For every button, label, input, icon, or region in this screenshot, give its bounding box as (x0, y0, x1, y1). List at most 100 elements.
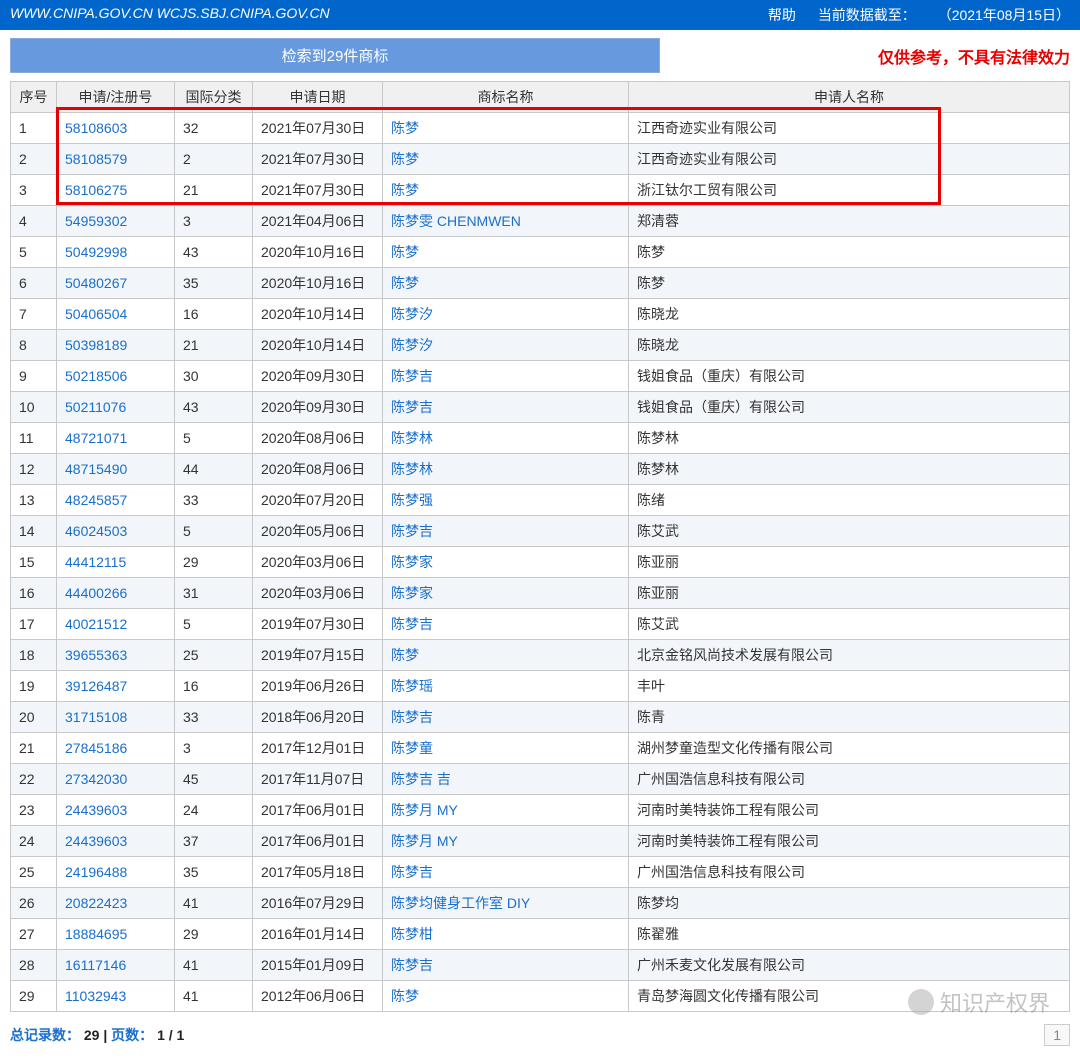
cell-applicant: 陈梦 (629, 237, 1070, 268)
table-row[interactable]: 2524196488352017年05月18日陈梦吉广州国浩信息科技有限公司 (11, 857, 1070, 888)
cell-tmname[interactable]: 陈梦雯 CHENMWEN (383, 206, 629, 237)
cell-tmname[interactable]: 陈梦 (383, 268, 629, 299)
table-row[interactable]: 550492998432020年10月16日陈梦陈梦 (11, 237, 1070, 268)
table-row[interactable]: 2718884695292016年01月14日陈梦柑陈翟雅 (11, 919, 1070, 950)
cell-reg[interactable]: 20822423 (57, 888, 175, 919)
table-row[interactable]: 1839655363252019年07月15日陈梦北京金铭风尚技术发展有限公司 (11, 640, 1070, 671)
cell-applicant: 丰叶 (629, 671, 1070, 702)
site-url: WWW.CNIPA.GOV.CN WCJS.SBJ.CNIPA.GOV.CN (10, 5, 330, 25)
table-row[interactable]: 358106275212021年07月30日陈梦浙江钛尔工贸有限公司 (11, 175, 1070, 206)
cell-tmname[interactable]: 陈梦 (383, 113, 629, 144)
cell-reg[interactable]: 48245857 (57, 485, 175, 516)
cell-tmname[interactable]: 陈梦吉 (383, 950, 629, 981)
cell-tmname[interactable]: 陈梦柑 (383, 919, 629, 950)
table-row[interactable]: 1248715490442020年08月06日陈梦林陈梦林 (11, 454, 1070, 485)
table-row[interactable]: 1644400266312020年03月06日陈梦家陈亚丽 (11, 578, 1070, 609)
cell-tmname[interactable]: 陈梦林 (383, 423, 629, 454)
cell-tmname[interactable]: 陈梦家 (383, 578, 629, 609)
table-row[interactable]: 750406504162020年10月14日陈梦汐陈晓龙 (11, 299, 1070, 330)
cell-tmname[interactable]: 陈梦 (383, 981, 629, 1012)
cell-reg[interactable]: 40021512 (57, 609, 175, 640)
table-row[interactable]: 2424439603372017年06月01日陈梦月 MY河南时美特装饰工程有限… (11, 826, 1070, 857)
cell-reg[interactable]: 27845186 (57, 733, 175, 764)
table-row[interactable]: 1544412115292020年03月06日陈梦家陈亚丽 (11, 547, 1070, 578)
cell-tmname[interactable]: 陈梦汐 (383, 330, 629, 361)
cell-reg[interactable]: 39126487 (57, 671, 175, 702)
cell-reg[interactable]: 54959302 (57, 206, 175, 237)
cell-reg[interactable]: 27342030 (57, 764, 175, 795)
table-row[interactable]: 174002151252019年07月30日陈梦吉陈艾武 (11, 609, 1070, 640)
col-seq: 序号 (11, 82, 57, 113)
cell-tmname[interactable]: 陈梦均健身工作室 DIY (383, 888, 629, 919)
table-row[interactable]: 2620822423412016年07月29日陈梦均健身工作室 DIY陈梦均 (11, 888, 1070, 919)
cell-reg[interactable]: 48721071 (57, 423, 175, 454)
cell-cls: 24 (175, 795, 253, 826)
table-row[interactable]: 2816117146412015年01月09日陈梦吉广州禾麦文化发展有限公司 (11, 950, 1070, 981)
cell-date: 2018年06月20日 (253, 702, 383, 733)
table-row[interactable]: 25810857922021年07月30日陈梦江西奇迹实业有限公司 (11, 144, 1070, 175)
table-row[interactable]: 850398189212020年10月14日陈梦汐陈晓龙 (11, 330, 1070, 361)
table-row[interactable]: 1348245857332020年07月20日陈梦强陈绪 (11, 485, 1070, 516)
cell-reg[interactable]: 48715490 (57, 454, 175, 485)
cell-reg[interactable]: 58106275 (57, 175, 175, 206)
cell-reg[interactable]: 24439603 (57, 795, 175, 826)
cell-reg[interactable]: 44400266 (57, 578, 175, 609)
cell-tmname[interactable]: 陈梦月 MY (383, 795, 629, 826)
cell-reg[interactable]: 50406504 (57, 299, 175, 330)
cell-tmname[interactable]: 陈梦 (383, 144, 629, 175)
cell-applicant: 陈亚丽 (629, 547, 1070, 578)
cell-reg[interactable]: 50218506 (57, 361, 175, 392)
cell-reg[interactable]: 11032943 (57, 981, 175, 1012)
cell-date: 2017年06月01日 (253, 795, 383, 826)
cell-tmname[interactable]: 陈梦 (383, 237, 629, 268)
cell-tmname[interactable]: 陈梦童 (383, 733, 629, 764)
cell-seq: 12 (11, 454, 57, 485)
cell-seq: 10 (11, 392, 57, 423)
cell-tmname[interactable]: 陈梦吉 (383, 361, 629, 392)
cell-reg[interactable]: 31715108 (57, 702, 175, 733)
page-number-box[interactable]: 1 (1044, 1024, 1070, 1046)
cell-tmname[interactable]: 陈梦吉 (383, 702, 629, 733)
cell-reg[interactable]: 50480267 (57, 268, 175, 299)
cell-tmname[interactable]: 陈梦吉 (383, 516, 629, 547)
cell-reg[interactable]: 24439603 (57, 826, 175, 857)
table-row[interactable]: 158108603322021年07月30日陈梦江西奇迹实业有限公司 (11, 113, 1070, 144)
help-link[interactable]: 帮助 (768, 7, 796, 23)
cell-reg[interactable]: 39655363 (57, 640, 175, 671)
cell-reg[interactable]: 24196488 (57, 857, 175, 888)
cell-tmname[interactable]: 陈梦强 (383, 485, 629, 516)
table-row[interactable]: 950218506302020年09月30日陈梦吉钱姐食品（重庆）有限公司 (11, 361, 1070, 392)
cell-tmname[interactable]: 陈梦吉 (383, 392, 629, 423)
cell-reg[interactable]: 16117146 (57, 950, 175, 981)
cell-tmname[interactable]: 陈梦汐 (383, 299, 629, 330)
cell-reg[interactable]: 50211076 (57, 392, 175, 423)
cell-reg[interactable]: 50398189 (57, 330, 175, 361)
table-row[interactable]: 1939126487162019年06月26日陈梦瑶丰叶 (11, 671, 1070, 702)
cell-reg[interactable]: 58108603 (57, 113, 175, 144)
table-row[interactable]: 2324439603242017年06月01日陈梦月 MY河南时美特装饰工程有限… (11, 795, 1070, 826)
cell-reg[interactable]: 44412115 (57, 547, 175, 578)
cell-reg[interactable]: 18884695 (57, 919, 175, 950)
table-row[interactable]: 144602450352020年05月06日陈梦吉陈艾武 (11, 516, 1070, 547)
cell-reg[interactable]: 46024503 (57, 516, 175, 547)
table-row[interactable]: 2911032943412012年06月06日陈梦青岛梦海圆文化传播有限公司 (11, 981, 1070, 1012)
cell-reg[interactable]: 58108579 (57, 144, 175, 175)
table-row[interactable]: 212784518632017年12月01日陈梦童湖州梦童造型文化传播有限公司 (11, 733, 1070, 764)
table-row[interactable]: 1050211076432020年09月30日陈梦吉钱姐食品（重庆）有限公司 (11, 392, 1070, 423)
cell-tmname[interactable]: 陈梦 (383, 640, 629, 671)
table-row[interactable]: 2227342030452017年11月07日陈梦吉 吉广州国浩信息科技有限公司 (11, 764, 1070, 795)
cell-tmname[interactable]: 陈梦家 (383, 547, 629, 578)
cell-tmname[interactable]: 陈梦 (383, 175, 629, 206)
cell-tmname[interactable]: 陈梦吉 (383, 609, 629, 640)
cell-tmname[interactable]: 陈梦吉 (383, 857, 629, 888)
table-row[interactable]: 2031715108332018年06月20日陈梦吉陈青 (11, 702, 1070, 733)
cell-tmname[interactable]: 陈梦瑶 (383, 671, 629, 702)
cell-tmname[interactable]: 陈梦林 (383, 454, 629, 485)
table-row[interactable]: 45495930232021年04月06日陈梦雯 CHENMWEN郑清蓉 (11, 206, 1070, 237)
cell-reg[interactable]: 50492998 (57, 237, 175, 268)
cell-tmname[interactable]: 陈梦月 MY (383, 826, 629, 857)
table-row[interactable]: 114872107152020年08月06日陈梦林陈梦林 (11, 423, 1070, 454)
cell-tmname[interactable]: 陈梦吉 吉 (383, 764, 629, 795)
table-row[interactable]: 650480267352020年10月16日陈梦陈梦 (11, 268, 1070, 299)
cell-cls: 2 (175, 144, 253, 175)
